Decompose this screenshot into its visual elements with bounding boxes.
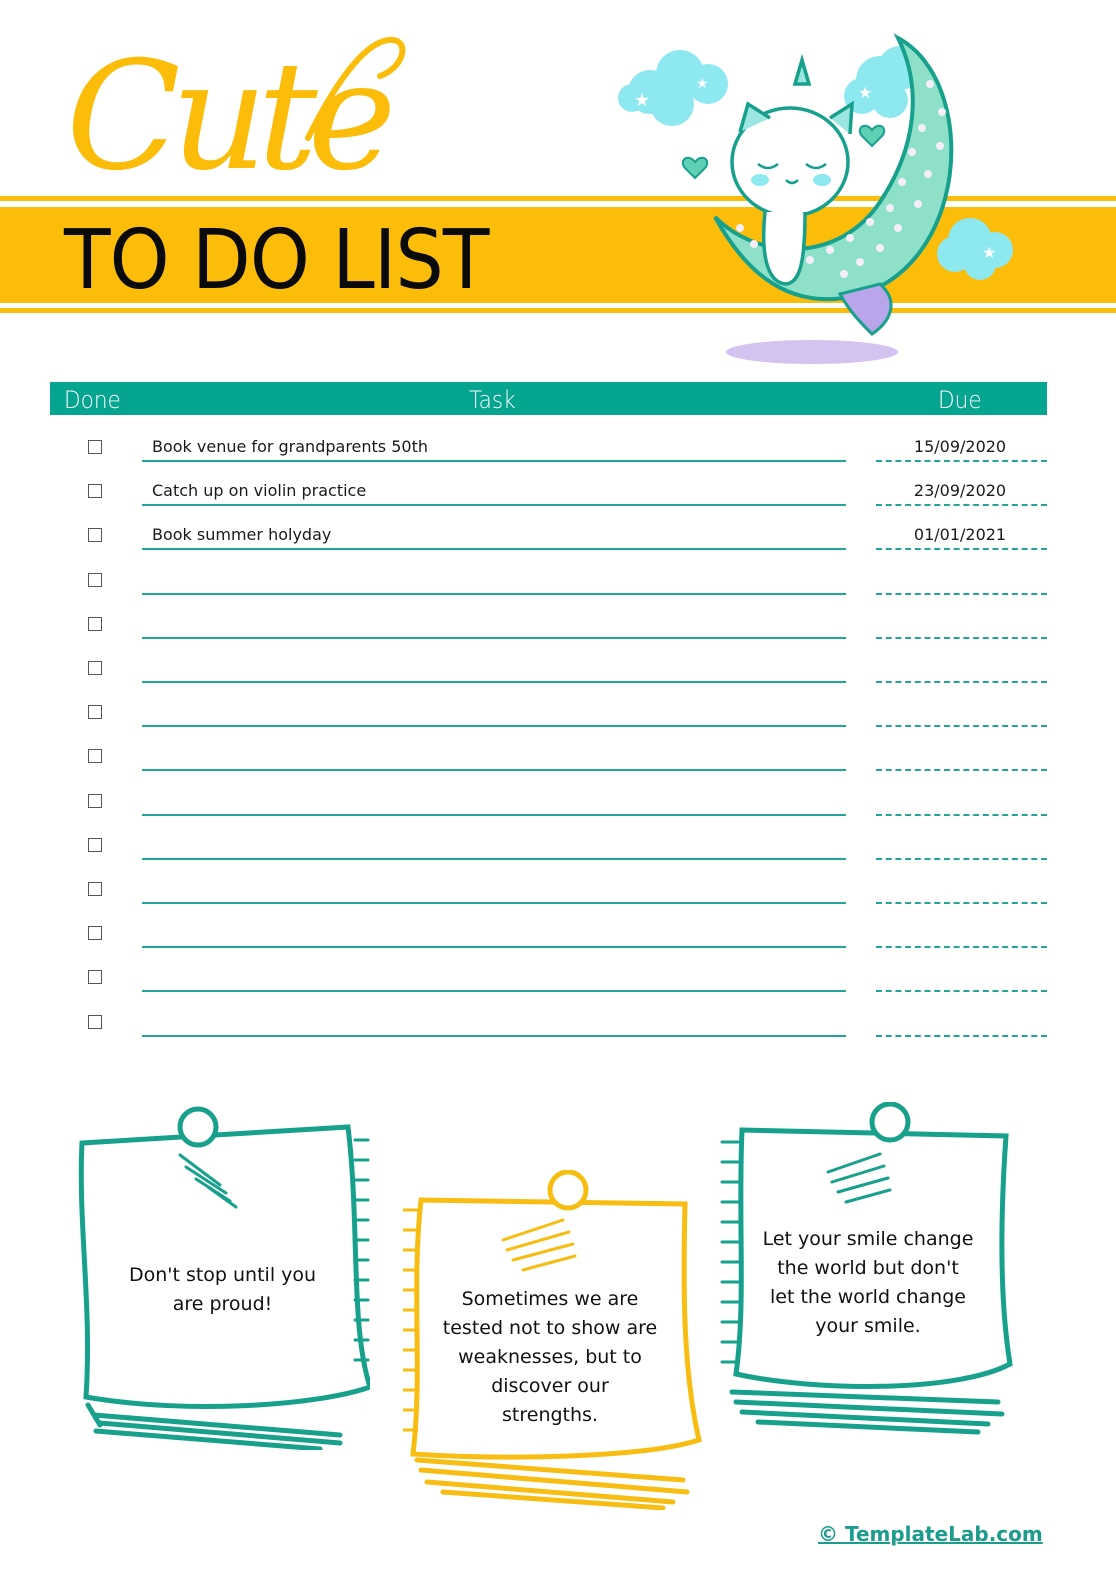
task-text: Catch up on violin practice [152,481,367,501]
task-row [50,741,1047,785]
due-date-field[interactable]: 15/09/2020 [876,432,1047,462]
task-row [50,786,1047,830]
column-header-done: Done [64,386,121,414]
table-header: Done Task Due [50,382,1047,415]
done-checkbox[interactable] [88,970,102,985]
due-date-field[interactable] [876,1007,1047,1037]
page-title: TO DO LIST [64,213,489,308]
task-row [50,830,1047,874]
shadow-ellipse [726,340,898,364]
note-line: your smile. [815,1315,921,1337]
task-field[interactable] [142,653,846,683]
task-row [50,565,1047,609]
note-line: Let your smile change [762,1228,974,1250]
due-date-text: 01/01/2021 [913,525,1007,545]
note-line: tested not to show are [442,1317,658,1339]
task-text: Book venue for grandparents 50th [152,437,428,456]
svg-text:★: ★ [982,243,996,262]
task-text: Book summer holyday [152,525,332,545]
task-row [50,653,1047,697]
svg-text:★: ★ [634,90,650,111]
note-line: Don't stop until you [128,1264,317,1286]
task-row: Book venue for grandparents 50th 15/09/20… [50,432,1047,476]
task-field[interactable]: Catch up on violin practice [142,476,846,507]
note-line: let the world change [770,1286,966,1308]
heart-icon [681,156,709,180]
cute-script-text: Cute [66,30,391,193]
column-header-due: Due [938,386,982,414]
cloud-icon: ★ [937,218,1013,280]
note-line: strengths. [502,1404,598,1426]
task-field[interactable] [142,1007,846,1037]
task-row [50,918,1047,962]
note-line: discover our [491,1375,609,1397]
templatelab-copyright-link[interactable]: © TemplateLab.com [818,1522,1043,1546]
done-checkbox[interactable] [88,572,102,587]
task-row [50,609,1047,653]
note-quote-3: Let your smile change the world but don'… [748,1225,988,1341]
svg-text:★: ★ [696,76,709,92]
task-row [50,874,1047,918]
done-checkbox[interactable] [88,1014,102,1029]
task-field[interactable] [142,786,846,816]
done-checkbox[interactable] [88,661,102,675]
due-date-field[interactable]: 01/01/2021 [876,520,1047,551]
due-date-field[interactable] [876,830,1047,860]
due-date-field[interactable] [876,962,1047,993]
due-date-field[interactable] [876,565,1047,595]
task-field[interactable] [142,962,846,993]
due-date-field[interactable]: 23/09/2020 [876,476,1047,507]
task-field[interactable] [142,918,846,949]
rainbow-tail [837,282,893,336]
note-quote-2: Sometimes we are tested not to show are … [420,1285,680,1430]
done-checkbox[interactable] [88,528,102,543]
task-field[interactable] [142,741,846,772]
note-line: the world but don't [777,1257,959,1279]
due-date-field[interactable] [876,786,1047,816]
task-field[interactable] [142,609,846,639]
cute-script-title: Cute [66,30,406,193]
done-checkbox[interactable] [88,705,102,720]
done-checkbox[interactable] [88,837,102,852]
task-row: Book summer holyday 01/01/2021 [50,520,1047,564]
due-date-field[interactable] [876,874,1047,904]
done-checkbox[interactable] [88,440,102,454]
due-date-field[interactable] [876,741,1047,772]
task-row [50,697,1047,741]
cat-blush [813,174,831,186]
cat-blush [751,174,769,186]
due-date-field[interactable] [876,918,1047,949]
due-date-text: 15/09/2020 [913,437,1007,456]
task-row [50,962,1047,1006]
done-checkbox[interactable] [88,749,102,764]
column-header-task: Task [469,386,516,414]
done-checkbox[interactable] [88,882,102,896]
unicorn-cat-moon-illustration: ★★ ★ ★ [618,33,1013,364]
note-line: are proud! [172,1293,273,1315]
note-quote-1: Don't stop until you are proud! [100,1261,345,1319]
due-date-field[interactable] [876,697,1047,728]
task-field[interactable] [142,565,846,595]
task-row [50,1007,1047,1051]
done-checkbox[interactable] [88,484,102,499]
done-checkbox[interactable] [88,793,102,808]
task-field[interactable] [142,697,846,728]
task-row: Catch up on violin practice 23/09/2020 [50,476,1047,520]
cloud-icon: ★★ [618,50,728,126]
done-checkbox[interactable] [88,616,102,631]
svg-text:★: ★ [858,83,872,102]
task-field[interactable]: Book summer holyday [142,520,846,551]
task-field[interactable] [142,874,846,904]
due-date-text: 23/09/2020 [913,481,1007,501]
due-date-field[interactable] [876,609,1047,639]
heart-icon [858,124,886,148]
task-field[interactable]: Book venue for grandparents 50th [142,432,846,462]
due-date-field[interactable] [876,653,1047,683]
task-field[interactable] [142,830,846,860]
done-checkbox[interactable] [88,926,102,941]
note-line: Sometimes we are [461,1288,639,1310]
note-line: weaknesses, but to [458,1346,642,1368]
